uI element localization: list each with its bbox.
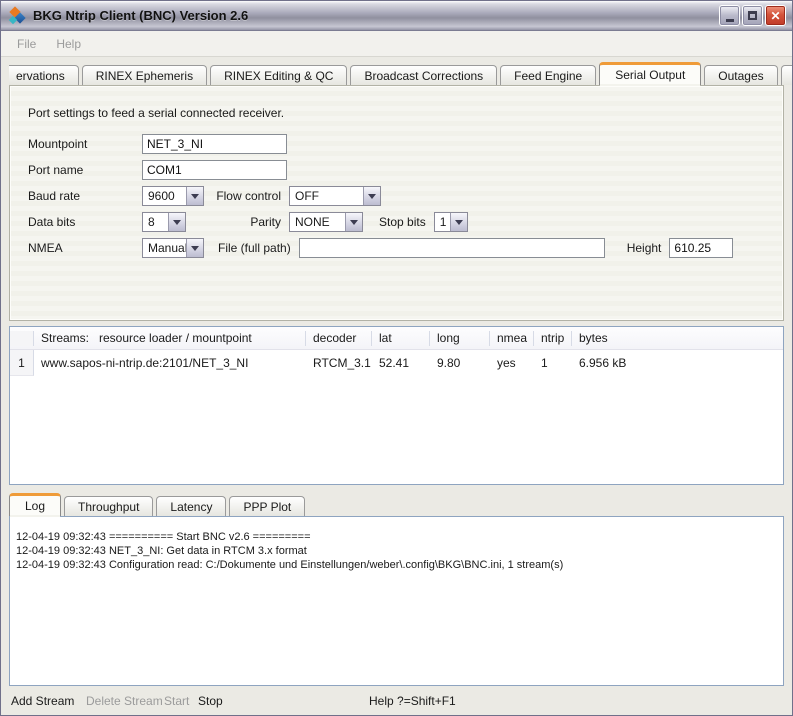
log-line: 12-04-19 09:32:43 ========== Start BNC v…	[16, 530, 777, 544]
table-row[interactable]: 1 www.sapos-ni-ntrip.de:2101/NET_3_NI RT…	[10, 350, 783, 376]
cell-lat: 52.41	[372, 356, 430, 370]
start-button: Start	[164, 694, 189, 708]
cell-bytes: 6.956 kB	[572, 356, 783, 370]
dropdown-arrow-icon	[450, 213, 467, 231]
menu-help[interactable]: Help	[46, 34, 91, 54]
serial-output-panel: Port settings to feed a serial connected…	[9, 85, 784, 321]
tab-rinex-ephemeris[interactable]: RINEX Ephemeris	[82, 65, 207, 85]
tab-log[interactable]: Log	[9, 493, 61, 516]
dropdown-arrow-icon	[363, 187, 380, 205]
mountpoint-label: Mountpoint	[28, 137, 142, 151]
help-shortcut-label: Help ?=Shift+F1	[369, 694, 456, 708]
dropdown-arrow-icon	[168, 213, 185, 231]
tab-throughput[interactable]: Throughput	[64, 496, 153, 516]
nmea-select[interactable]: Manual	[142, 238, 204, 258]
dropdown-arrow-icon	[345, 213, 362, 231]
cell-long: 9.80	[430, 356, 490, 370]
add-stream-button[interactable]: Add Stream	[11, 694, 74, 708]
header-bytes: bytes	[572, 331, 783, 346]
maximize-icon	[748, 11, 757, 20]
minimize-icon	[726, 19, 734, 22]
streams-header-row: Streams: resource loader / mountpoint de…	[10, 327, 783, 350]
dropdown-arrow-icon	[186, 239, 203, 257]
panel-description: Port settings to feed a serial connected…	[28, 106, 284, 120]
file-path-label: File (full path)	[218, 241, 299, 255]
row-number: 1	[10, 350, 34, 376]
log-output[interactable]: 12-04-19 09:32:43 ========== Start BNC v…	[9, 516, 784, 686]
height-label: Height	[627, 241, 670, 255]
delete-stream-button: Delete Stream	[86, 694, 163, 708]
streams-table: Streams: resource loader / mountpoint de…	[9, 326, 784, 485]
tab-observations[interactable]: ervations	[9, 65, 79, 85]
app-icon	[9, 7, 27, 25]
stop-button[interactable]: Stop	[198, 694, 223, 708]
close-icon: ✕	[770, 9, 780, 23]
cell-ntrip: 1	[534, 356, 572, 370]
tab-outages[interactable]: Outages	[704, 65, 777, 85]
main-content: ervations RINEX Ephemeris RINEX Editing …	[1, 57, 792, 715]
flow-control-label: Flow control	[204, 189, 289, 203]
header-decoder: decoder	[306, 331, 372, 346]
tab-miscellaneous[interactable]: Miscellaneous	[781, 65, 792, 85]
header-rowno	[10, 331, 34, 346]
tab-serial-output[interactable]: Serial Output	[599, 62, 701, 85]
header-nmea: nmea	[490, 331, 534, 346]
mountpoint-input[interactable]	[142, 134, 287, 154]
top-tab-bar: ervations RINEX Ephemeris RINEX Editing …	[9, 62, 784, 85]
header-lat: lat	[372, 331, 430, 346]
close-button[interactable]: ✕	[765, 5, 786, 26]
log-line: 12-04-19 09:32:43 Configuration read: C:…	[16, 558, 777, 572]
tab-rinex-editing-qc[interactable]: RINEX Editing & QC	[210, 65, 347, 85]
menu-file[interactable]: File	[7, 34, 46, 54]
cell-mountpoint: www.sapos-ni-ntrip.de:2101/NET_3_NI	[34, 356, 306, 370]
minimize-button[interactable]	[719, 5, 740, 26]
app-window: BKG Ntrip Client (BNC) Version 2.6 ✕ Fil…	[0, 0, 793, 716]
tab-latency[interactable]: Latency	[156, 496, 226, 516]
action-bar: Add Stream Delete Stream Start Stop Help…	[9, 686, 784, 715]
stop-bits-label: Stop bits	[379, 215, 434, 229]
parity-select[interactable]: NONE	[289, 212, 363, 232]
log-line: 12-04-19 09:32:43 NET_3_NI: Get data in …	[16, 544, 777, 558]
file-path-input[interactable]	[299, 238, 605, 258]
baud-rate-label: Baud rate	[28, 189, 142, 203]
height-input[interactable]	[669, 238, 733, 258]
bottom-tab-bar: Log Throughput Latency PPP Plot	[9, 493, 784, 516]
tab-feed-engine[interactable]: Feed Engine	[500, 65, 596, 85]
window-title: BKG Ntrip Client (BNC) Version 2.6	[33, 8, 719, 23]
cell-decoder: RTCM_3.1	[306, 356, 372, 370]
menu-bar: File Help	[1, 31, 792, 57]
maximize-button[interactable]	[742, 5, 763, 26]
title-bar: BKG Ntrip Client (BNC) Version 2.6 ✕	[1, 1, 792, 31]
cell-nmea: yes	[490, 356, 534, 370]
parity-label: Parity	[186, 215, 289, 229]
data-bits-select[interactable]: 8	[142, 212, 186, 232]
data-bits-label: Data bits	[28, 215, 142, 229]
tab-broadcast-corrections[interactable]: Broadcast Corrections	[350, 65, 497, 85]
dropdown-arrow-icon	[186, 187, 203, 205]
port-name-label: Port name	[28, 163, 142, 177]
tab-ppp-plot[interactable]: PPP Plot	[229, 496, 305, 516]
header-long: long	[430, 331, 490, 346]
header-ntrip: ntrip	[534, 331, 572, 346]
nmea-label: NMEA	[28, 241, 142, 255]
baud-rate-select[interactable]: 9600	[142, 186, 204, 206]
header-mountpoint: Streams: resource loader / mountpoint	[34, 331, 306, 346]
port-name-input[interactable]	[142, 160, 287, 180]
flow-control-select[interactable]: OFF	[289, 186, 381, 206]
stop-bits-select[interactable]: 1	[434, 212, 468, 232]
